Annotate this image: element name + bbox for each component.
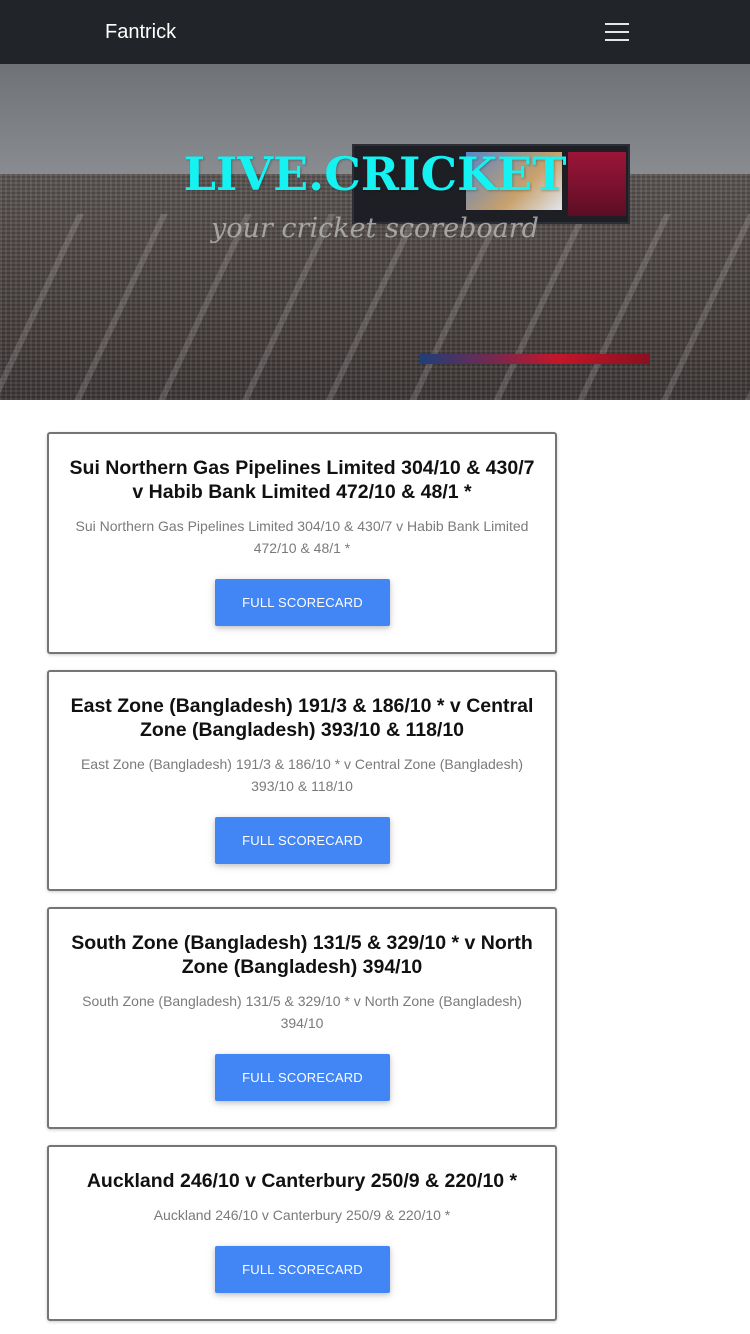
full-scorecard-button[interactable]: FULL SCORECARD [215,1246,390,1293]
match-card-title: Auckland 246/10 v Canterbury 250/9 & 220… [86,1170,518,1192]
full-scorecard-button[interactable]: FULL SCORECARD [215,1054,390,1101]
top-navbar: Fantrick [0,0,750,64]
match-card: East Zone (Bangladesh) 191/3 & 186/10 * … [47,670,557,891]
hero-banner: LIVE.CRICKET your cricket scoreboard [0,64,750,400]
match-card: Sui Northern Gas Pipelines Limited 304/1… [47,432,557,654]
match-card-description: South Zone (Bangladesh) 131/5 & 329/10 *… [82,993,522,1031]
match-card-description: Sui Northern Gas Pipelines Limited 304/1… [75,518,529,556]
match-card-title: Sui Northern Gas Pipelines Limited 304/1… [69,457,535,503]
match-card-description: Auckland 246/10 v Canterbury 250/9 & 220… [153,1207,451,1223]
full-scorecard-button[interactable]: FULL SCORECARD [215,817,390,864]
brand-link[interactable]: Fantrick [105,19,176,45]
match-card-description: East Zone (Bangladesh) 191/3 & 186/10 * … [80,756,524,794]
hero-title: LIVE.CRICKET [183,147,567,201]
full-scorecard-button[interactable]: FULL SCORECARD [215,579,390,626]
match-card: South Zone (Bangladesh) 131/5 & 329/10 *… [47,907,557,1129]
hero-subtitle: your cricket scoreboard [211,213,539,244]
match-card-title: South Zone (Bangladesh) 131/5 & 329/10 *… [71,932,533,978]
advertising-board-image [420,354,650,364]
match-card: Auckland 246/10 v Canterbury 250/9 & 220… [47,1145,557,1321]
match-card-title: East Zone (Bangladesh) 191/3 & 186/10 * … [70,695,534,741]
hamburger-menu-icon[interactable] [602,20,634,44]
